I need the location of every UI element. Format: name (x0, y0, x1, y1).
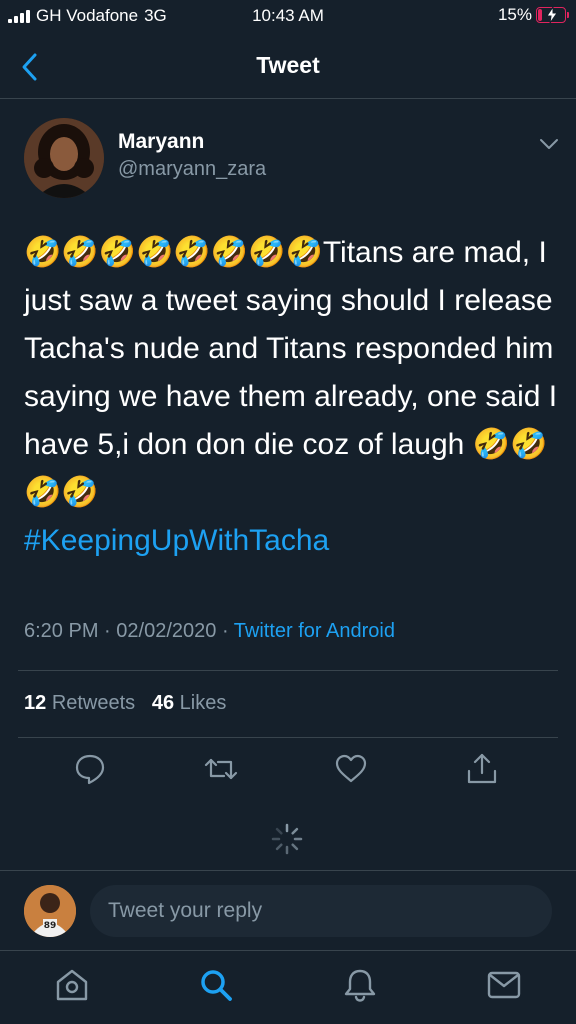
tweet-text: 🤣🤣🤣🤣🤣🤣🤣🤣Titans are mad, I just saw a twe… (24, 229, 560, 565)
search-icon[interactable] (198, 967, 234, 1003)
retweet-icon[interactable] (204, 752, 238, 786)
battery-level (538, 9, 543, 21)
battery-icon (536, 7, 569, 23)
tweet-actions (0, 752, 576, 792)
meta-separator: · (104, 620, 117, 642)
loading-spinner-icon (271, 823, 303, 855)
retweets-label: Retweets (51, 692, 136, 714)
reply-bar: 89 (0, 870, 576, 950)
likes-label: Likes (179, 692, 227, 714)
tweet-time: 6:20 PM (24, 620, 99, 642)
status-bar: GH Vodafone 3G 10:43 AM 15% (0, 0, 576, 34)
likes-stat[interactable]: 46 Likes (152, 692, 227, 714)
like-icon[interactable] (334, 752, 368, 786)
header: Tweet (0, 34, 576, 99)
author-handle[interactable]: @maryann_zara (118, 158, 266, 181)
charging-bolt-icon (546, 7, 558, 23)
user-avatar[interactable]: 89 (24, 885, 76, 937)
retweets-count: 12 (24, 692, 47, 714)
tweet-source[interactable]: Twitter for Android (234, 620, 395, 642)
tweet-date: 02/02/2020 (116, 620, 217, 642)
meta-separator: · (221, 620, 234, 642)
author-name[interactable]: Maryann (118, 130, 204, 154)
page-title: Tweet (256, 52, 320, 78)
svg-text:89: 89 (44, 921, 57, 931)
messages-icon[interactable] (486, 967, 522, 1003)
battery-percent: 15% (497, 5, 532, 24)
tweet-stats: 12 Retweets 46 Likes (24, 692, 226, 715)
reply-input[interactable] (90, 885, 552, 937)
home-icon[interactable] (54, 967, 90, 1003)
reply-icon[interactable] (73, 752, 107, 786)
divider (18, 737, 558, 738)
tweet-meta: 6:20 PM · 02/02/2020 · Twitter for Andro… (24, 620, 395, 643)
author-avatar[interactable] (24, 118, 104, 198)
share-icon[interactable] (465, 752, 499, 786)
likes-count: 46 (151, 692, 175, 714)
laughing-emoji-group: 🤣🤣🤣🤣🤣🤣🤣🤣 (24, 235, 323, 270)
status-time: 10:43 AM (252, 6, 324, 25)
divider (18, 670, 558, 671)
tweet-author: Maryann @maryann_zara (24, 118, 560, 198)
chevron-down-icon[interactable] (538, 136, 560, 152)
notifications-icon[interactable] (342, 967, 378, 1003)
battery-info: 15% (497, 5, 569, 25)
tab-bar (0, 950, 576, 1024)
retweets-stat[interactable]: 12 Retweets (24, 692, 135, 714)
hashtag-link[interactable]: #KeepingUpWithTacha (24, 517, 560, 565)
